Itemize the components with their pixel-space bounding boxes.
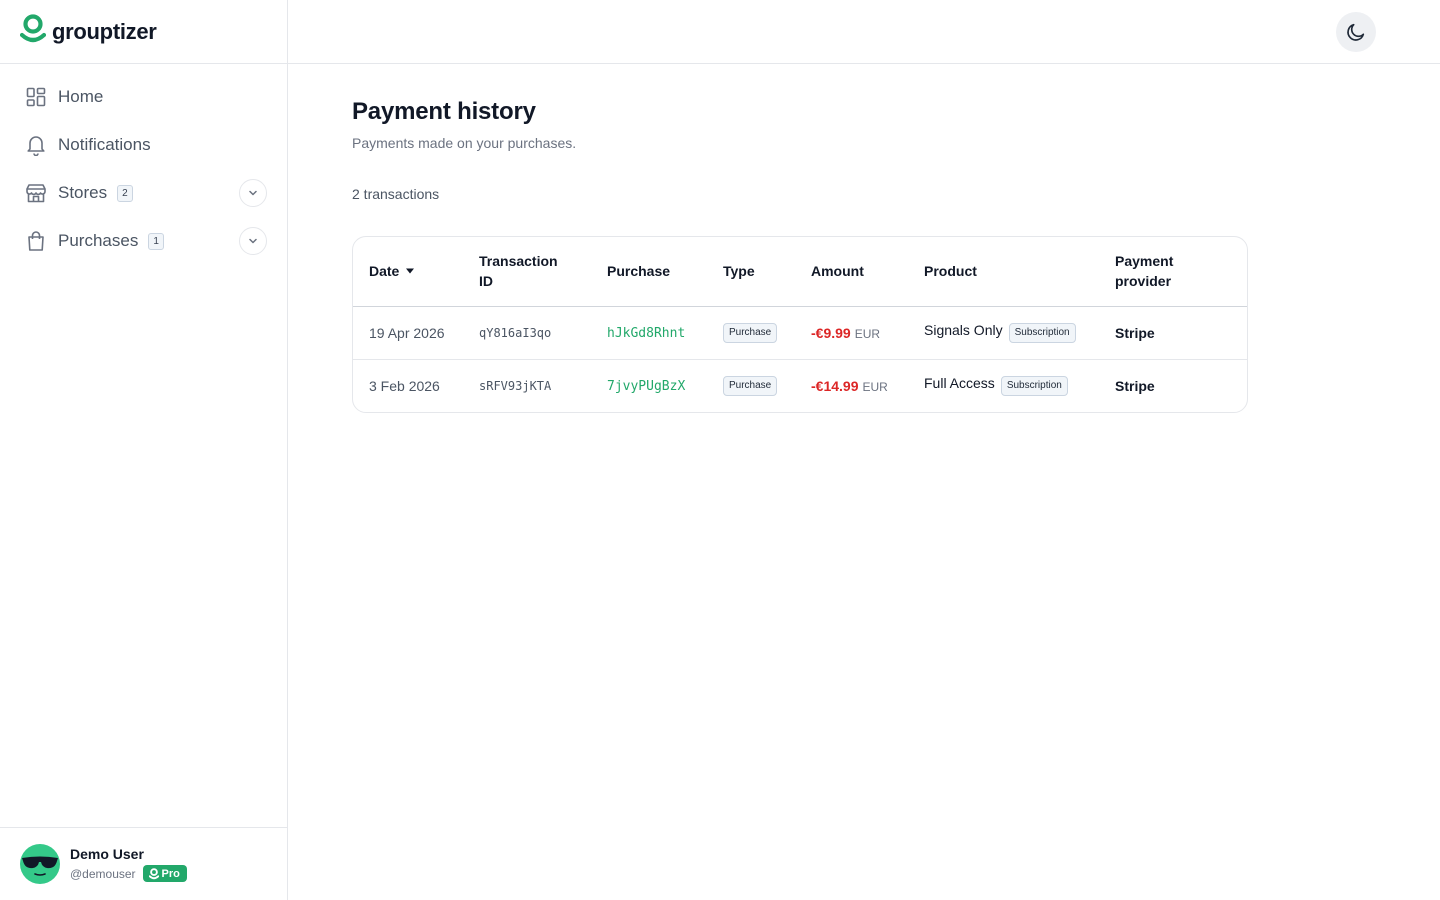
type-badge: Purchase xyxy=(723,323,778,343)
product-name: Signals Only xyxy=(924,322,1003,338)
product-type-badge: Subscription xyxy=(1008,323,1076,343)
transaction-id-cell: qY816aI3qo xyxy=(479,325,552,340)
sidebar-item-label: Stores xyxy=(58,183,108,202)
page-subtitle: Payments made on your purchases. xyxy=(352,135,577,151)
table-row: 19 Apr 2026 qY816aI3qo hJkGd8Rhnt Purcha… xyxy=(353,306,1247,359)
amount-cell: -€14.99 EUR xyxy=(795,358,908,412)
grouptizer-logo-icon xyxy=(19,14,47,49)
sidebar-item-label: Purchases xyxy=(58,231,139,250)
purchases-count-badge: 1 xyxy=(148,232,164,250)
pro-badge-label: Pro xyxy=(161,867,180,880)
payment-provider-cell: Stripe xyxy=(1115,324,1155,341)
grid-icon xyxy=(25,86,47,108)
purchase-link[interactable]: hJkGd8Rhnt xyxy=(607,326,685,341)
sidebar-item-label: Notifications xyxy=(58,135,151,154)
sidebar-item-notifications[interactable]: Notifications xyxy=(0,121,287,169)
brand-name: grouptizer xyxy=(52,18,157,44)
column-header-product: Product xyxy=(908,237,1099,307)
type-cell: Purchase xyxy=(707,306,795,359)
amount-cell: -€9.99 EUR xyxy=(795,306,908,359)
purchase-cell: 7jvyPUgBzX xyxy=(591,358,707,412)
avatar xyxy=(20,844,60,884)
currency-code: EUR xyxy=(854,326,881,341)
column-header-label: Date xyxy=(369,263,400,280)
sidebar-nav: Home Notifications Stores 2 Purchases 1 xyxy=(0,64,287,265)
user-handle-row: @demouser Pro xyxy=(70,865,187,882)
date-cell: 19 Apr 2026 xyxy=(369,324,445,341)
sort-descending-icon xyxy=(406,268,415,274)
table-row: 3 Feb 2026 sRFV93jKTA 7jvyPUgBzX Purchas… xyxy=(353,358,1247,412)
column-header-transaction-id: Transaction ID xyxy=(463,237,591,307)
sidebar: grouptizer Home Notifications Stores 2 P… xyxy=(0,0,288,900)
type-badge: Purchase xyxy=(723,376,778,397)
column-header-purchase: Purchase xyxy=(591,237,707,307)
main-content: Payment history Payments made on your pu… xyxy=(352,64,1248,413)
purchase-link[interactable]: 7jvyPUgBzX xyxy=(607,379,685,394)
sidebar-item-purchases[interactable]: Purchases 1 xyxy=(0,217,287,265)
bell-icon xyxy=(25,134,47,156)
sidebar-item-label: Home xyxy=(58,87,104,106)
user-info: Demo User @demouser Pro xyxy=(70,846,187,882)
amount-value: -€9.99 xyxy=(811,324,851,341)
date-cell: 3 Feb 2026 xyxy=(353,358,463,412)
transaction-id-cell: sRFV93jKTA xyxy=(463,358,591,412)
type-cell: Purchase xyxy=(707,358,795,412)
sidebar-header: grouptizer xyxy=(0,0,287,64)
payment-history-table: Date Transaction ID Purchase Type Amount… xyxy=(352,236,1248,413)
store-icon xyxy=(25,182,47,204)
currency-code: EUR xyxy=(862,379,888,394)
user-profile[interactable]: Demo User @demouser Pro xyxy=(0,827,287,900)
product-type-badge: Subscription xyxy=(1000,376,1068,397)
bag-icon xyxy=(25,230,47,252)
product-cell: Full Access Subscription xyxy=(908,358,1099,412)
chevron-down-icon xyxy=(249,238,257,244)
page-title: Payment history xyxy=(352,98,536,125)
stores-count-badge: 2 xyxy=(117,184,133,202)
transaction-count: 2 transactions xyxy=(352,186,440,202)
column-header-type: Type xyxy=(707,237,795,307)
grouptizer-logo-icon xyxy=(148,867,159,879)
payment-provider-cell: Stripe xyxy=(1099,358,1247,412)
column-header-payment-provider: Payment provider xyxy=(1099,237,1247,307)
product-cell: Signals Only Subscription xyxy=(908,306,1099,359)
purchase-cell: hJkGd8Rhnt xyxy=(591,306,707,359)
stores-expand-button[interactable] xyxy=(239,179,267,207)
theme-toggle-button[interactable] xyxy=(1336,12,1376,52)
moon-icon xyxy=(1347,23,1365,41)
table-header-row: Date Transaction ID Purchase Type Amount… xyxy=(353,237,1247,307)
top-bar xyxy=(288,0,1440,64)
column-header-amount: Amount xyxy=(795,237,908,307)
amount-value: -€14.99 xyxy=(811,377,859,394)
chevron-down-icon xyxy=(249,190,257,196)
pro-badge: Pro xyxy=(142,865,187,882)
product-name: Full Access xyxy=(924,375,995,392)
sidebar-item-home[interactable]: Home xyxy=(0,73,287,121)
brand-logo[interactable]: grouptizer xyxy=(19,14,157,49)
sidebar-item-stores[interactable]: Stores 2 xyxy=(0,169,287,217)
user-handle: @demouser xyxy=(70,866,136,881)
column-header-date[interactable]: Date xyxy=(353,237,463,307)
user-name: Demo User xyxy=(70,846,144,862)
purchases-expand-button[interactable] xyxy=(239,227,267,255)
